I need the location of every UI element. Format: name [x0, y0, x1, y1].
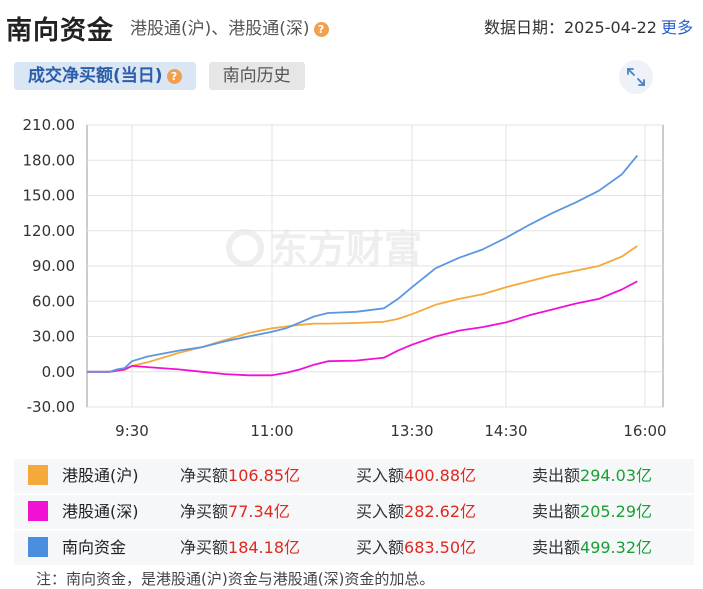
- more-link[interactable]: 更多: [661, 18, 693, 37]
- buy-label: 买入额: [356, 502, 405, 521]
- tab-southbound-history-label: 南向历史: [222, 66, 291, 86]
- tab-help-icon[interactable]: ?: [166, 68, 182, 84]
- legend-row-sh: 港股通(沪) 净买额106.85亿 买入额400.88亿 卖出额294.03亿: [14, 459, 694, 493]
- net-buy: 净买额77.34亿: [180, 495, 290, 529]
- buy-value: 683.50亿: [404, 538, 477, 557]
- line-chart: 东方财富 210.00 180.00 150.00 120.00 90.00 60.00 3…: [23, 116, 667, 440]
- buy-value: 400.88亿: [404, 466, 477, 485]
- page-title: 南向资金: [6, 16, 115, 46]
- buy-amount: 买入额282.62亿: [356, 495, 476, 529]
- buy-amount: 买入额400.88亿: [356, 459, 476, 493]
- header: 南向资金 港股通(沪)、港股通(深)? 数据日期：2025-04-22 更多: [0, 0, 703, 50]
- subtitle: 港股通(沪)、港股通(深)?: [130, 14, 329, 39]
- net-buy: 净买额184.18亿: [180, 531, 300, 565]
- x-tick-label: 13:30: [390, 422, 433, 440]
- sell-label: 卖出额: [532, 502, 581, 521]
- legend-row-sz: 港股通(深) 净买额77.34亿 买入额282.62亿 卖出额205.29亿: [14, 495, 694, 529]
- x-tick-label: 14:30: [484, 422, 527, 440]
- sell-value: 294.03亿: [580, 466, 653, 485]
- sell-amount: 卖出额294.03亿: [532, 459, 652, 493]
- expand-icon[interactable]: [619, 60, 653, 94]
- y-tick-label: 210.00: [23, 116, 76, 134]
- legend-swatch-sh: [28, 465, 48, 485]
- y-tick-label: -30.00: [27, 398, 75, 416]
- sell-label: 卖出额: [532, 466, 581, 485]
- legend: 港股通(沪) 净买额106.85亿 买入额400.88亿 卖出额294.03亿 …: [14, 459, 694, 567]
- y-tick-label: 30.00: [32, 328, 75, 346]
- tab-bar: 成交净买额(当日)? 南向历史: [14, 62, 313, 90]
- sell-amount: 卖出额205.29亿: [532, 495, 652, 529]
- buy-amount: 买入额683.50亿: [356, 531, 476, 565]
- net-buy: 净买额106.85亿: [180, 459, 300, 493]
- y-tick-label: 90.00: [32, 257, 75, 275]
- net-buy-value: 106.85亿: [228, 466, 301, 485]
- legend-row-total: 南向资金 净买额184.18亿 买入额683.50亿 卖出额499.32亿: [14, 531, 694, 565]
- y-tick-label: 60.00: [32, 292, 75, 310]
- net-buy-label: 净买额: [180, 502, 229, 521]
- net-buy-label: 净买额: [180, 538, 229, 557]
- tab-net-buy-today[interactable]: 成交净买额(当日)?: [14, 62, 196, 90]
- net-buy-value: 77.34亿: [228, 502, 290, 521]
- sell-amount: 卖出额499.32亿: [532, 531, 652, 565]
- buy-label: 买入额: [356, 466, 405, 485]
- tab-net-buy-today-label: 成交净买额(当日): [28, 66, 163, 86]
- subtitle-text: 港股通(沪)、港股通(深): [130, 19, 310, 39]
- x-tick-label: 9:30: [115, 422, 149, 440]
- sell-value: 499.32亿: [580, 538, 653, 557]
- help-icon[interactable]: ?: [313, 21, 329, 37]
- legend-name: 港股通(沪): [62, 466, 139, 485]
- date-info: 数据日期：2025-04-22 更多: [484, 14, 693, 38]
- x-tick-label: 16:00: [623, 422, 666, 440]
- net-buy-value: 184.18亿: [228, 538, 301, 557]
- net-buy-label: 净买额: [180, 466, 229, 485]
- buy-label: 买入额: [356, 538, 405, 557]
- date-label: 数据日期：2025-04-22: [483, 18, 657, 37]
- tab-southbound-history[interactable]: 南向历史: [208, 62, 305, 90]
- legend-name: 港股通(深): [62, 502, 139, 521]
- footnote: 注：南向资金，是港股通(沪)资金与港股通(深)资金的加总。: [36, 570, 435, 588]
- sell-value: 205.29亿: [580, 502, 653, 521]
- legend-swatch-sz: [28, 501, 48, 521]
- legend-swatch-total: [28, 537, 48, 557]
- buy-value: 282.62亿: [404, 502, 477, 521]
- y-tick-label: 150.00: [23, 187, 76, 205]
- y-tick-label: 0.00: [42, 363, 75, 381]
- watermark-text: 东方财富: [270, 227, 422, 271]
- sell-label: 卖出额: [532, 538, 581, 557]
- y-tick-label: 180.00: [23, 151, 76, 169]
- legend-name: 南向资金: [62, 538, 127, 557]
- y-tick-label: 120.00: [23, 222, 76, 240]
- x-tick-label: 11:00: [250, 422, 293, 440]
